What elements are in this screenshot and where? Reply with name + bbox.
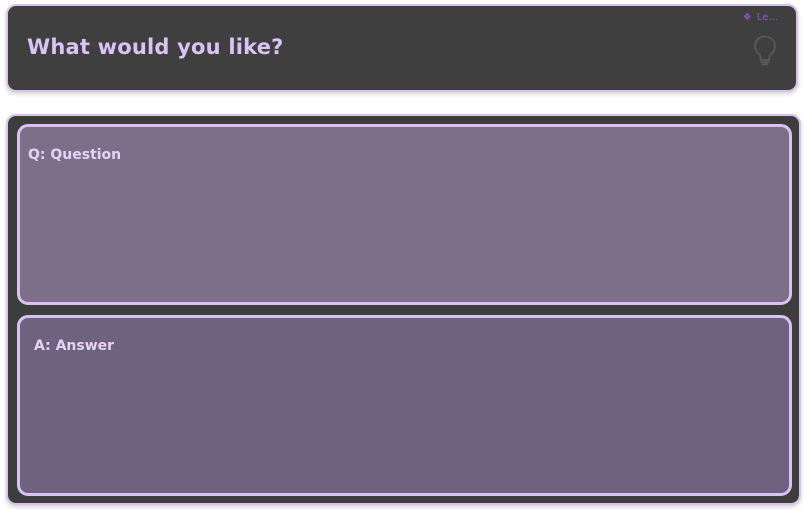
header-bar: What would you like? ❖ Le... xyxy=(6,4,798,92)
qa-panel: Q: Question A: Answer xyxy=(6,114,801,505)
question-field[interactable]: Q: Question xyxy=(17,124,792,305)
lightbulb-icon[interactable] xyxy=(752,34,778,66)
answer-field[interactable]: A: Answer xyxy=(17,315,792,496)
answer-label: A: Answer xyxy=(34,338,115,354)
header-badge[interactable]: ❖ Le... xyxy=(743,12,778,23)
question-label: Q: Question xyxy=(28,147,122,163)
badge-label: Le... xyxy=(756,12,778,23)
page-title: What would you like? xyxy=(27,35,284,59)
diamond-icon: ❖ xyxy=(742,12,752,23)
